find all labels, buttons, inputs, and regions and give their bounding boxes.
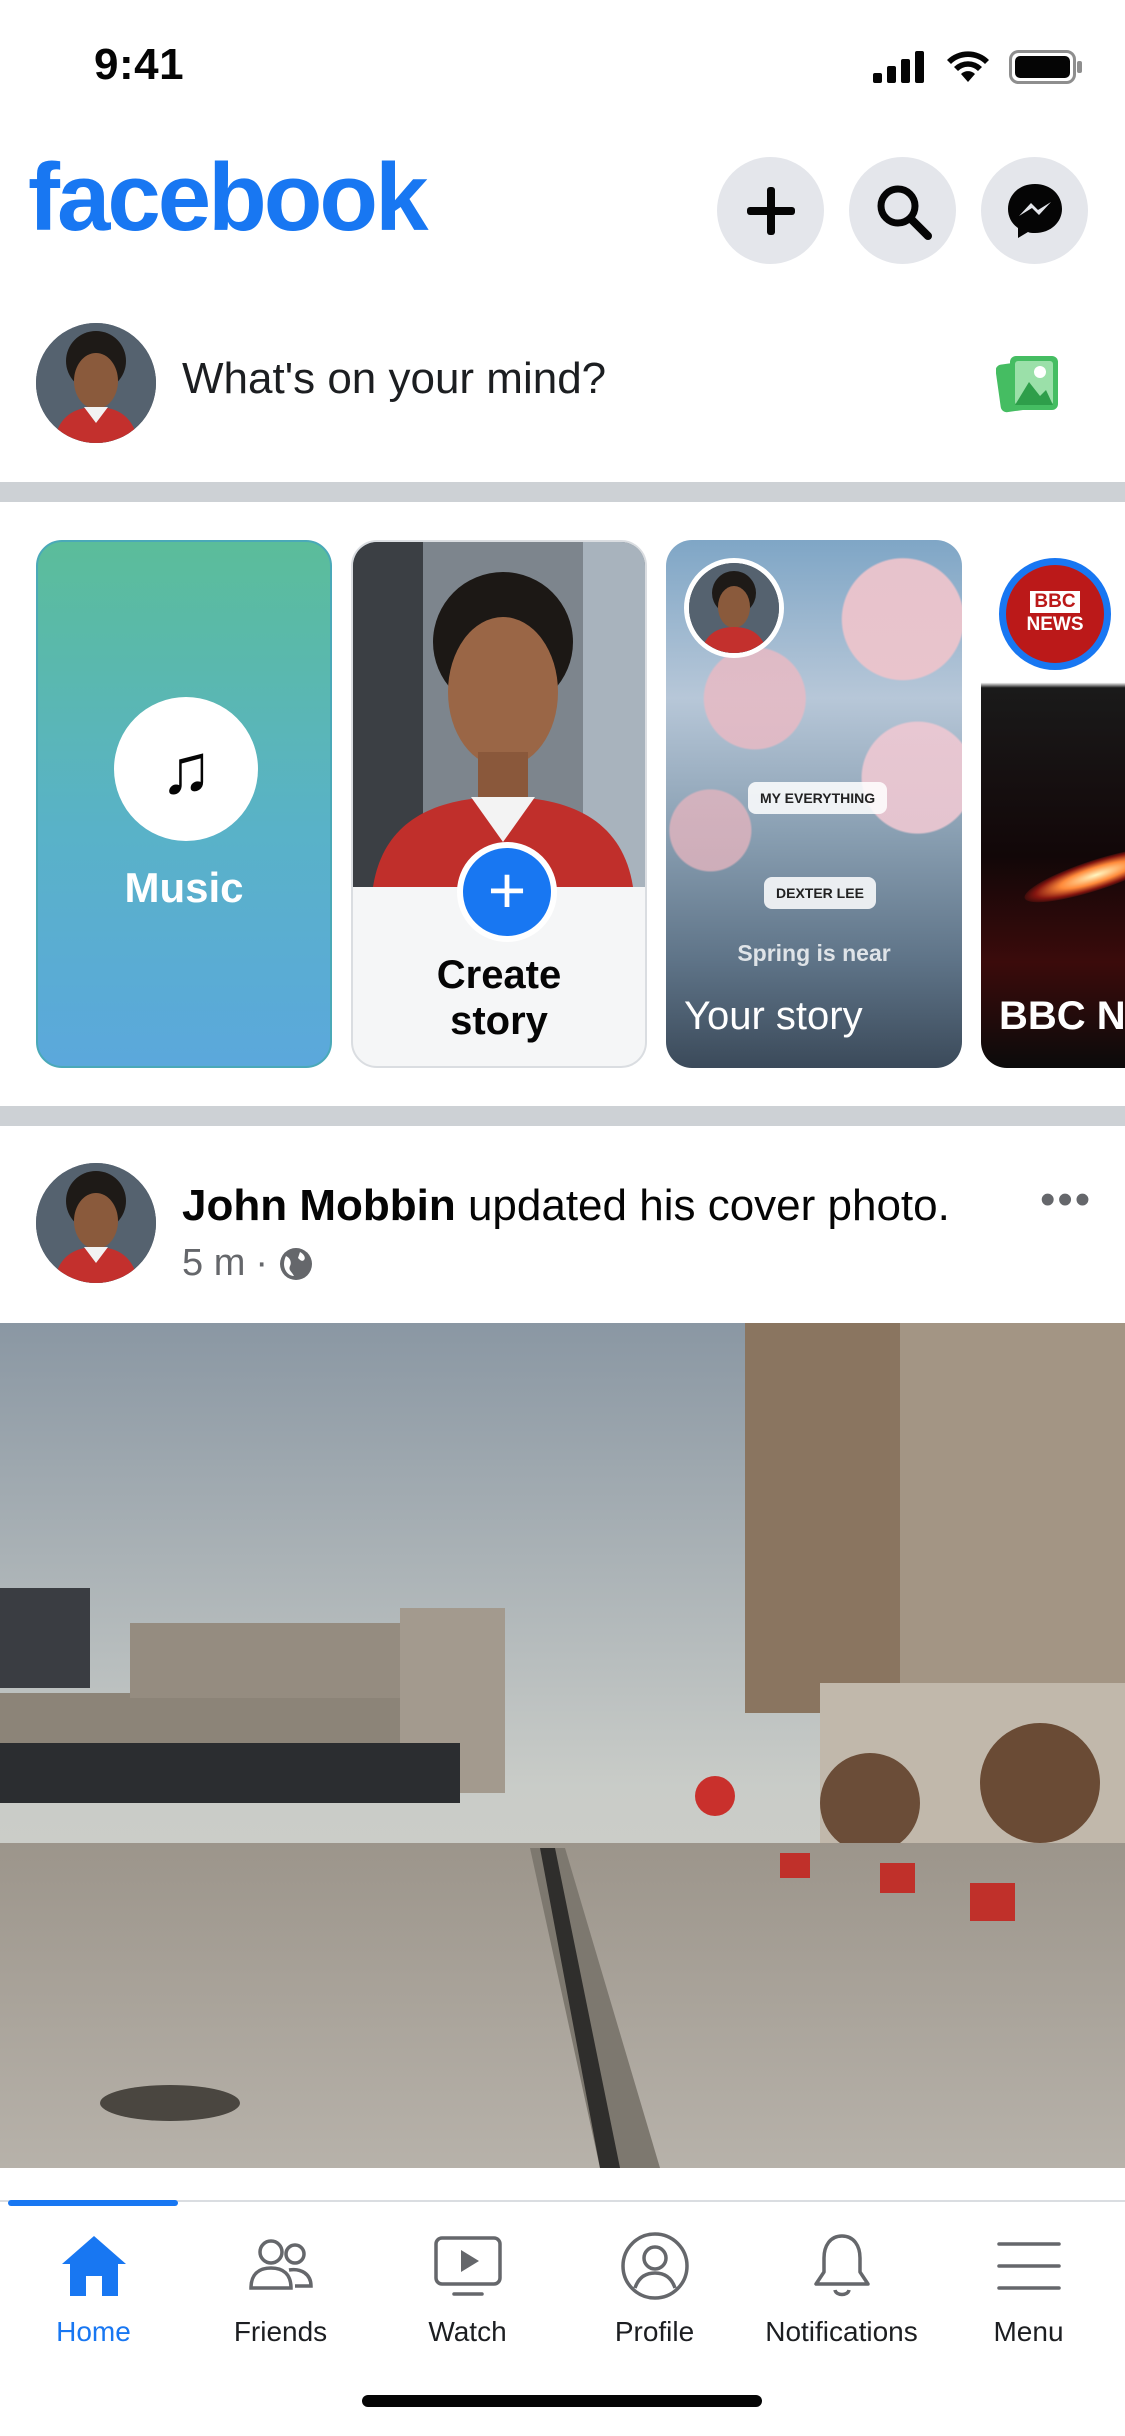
post-cover-photo[interactable] [0,1323,1125,2168]
tab-friends-label: Friends [233,2316,328,2347]
tab-menu[interactable]: Menu [935,2230,1122,2348]
globe-icon [280,1247,313,1280]
menu-icon [996,2242,1061,2290]
post-headline: John Mobbin updated his cover photo. [182,1180,950,1232]
artist-sticker: DEXTER LEE [764,877,876,909]
bbc-story-label: BBC Ne [999,994,1125,1038]
story-music-label: Music [124,864,244,911]
meta-separator: · [255,1242,269,1284]
tab-home-label: Home [56,2316,131,2347]
bbc-news-logo: BBC NEWS [999,558,1111,670]
tab-profile-label: Profile [614,2316,695,2347]
section-divider [0,1106,1125,1126]
music-note-icon: ♫ [114,697,258,841]
cover-photo-image [0,1323,1125,2168]
tab-home[interactable]: Home [0,2230,187,2348]
your-story-avatar [684,558,784,658]
tab-notifications[interactable]: Notifications [748,2230,935,2348]
tab-profile[interactable]: Profile [561,2230,748,2348]
post-more-button[interactable]: ••• [1040,1175,1092,1225]
plus-icon [746,186,795,235]
post-time[interactable]: 5 m [182,1242,245,1285]
your-story-label: Your story [684,994,863,1038]
search-icon [877,185,932,240]
post-action-text: updated his cover photo. [467,1181,950,1230]
story-create[interactable]: + Create story [351,540,647,1068]
story-your-story[interactable]: MY EVERYTHING DEXTER LEE Spring is near … [666,540,962,1068]
story-overlay-text: Spring is near [737,940,891,966]
avatar-image [36,1163,156,1283]
section-divider [0,482,1125,502]
photo-icon [995,356,1058,413]
tab-friends[interactable]: Friends [187,2230,374,2348]
friends-icon [248,2239,313,2290]
avatar-image [36,323,156,443]
active-tab-indicator [8,2200,178,2206]
create-story-plus-icon: + [457,842,557,942]
create-story-label: Create story [436,953,562,1043]
create-story-photo [353,542,645,887]
tab-menu-label: Menu [993,2316,1064,2347]
composer-avatar[interactable] [36,323,156,443]
story-music[interactable]: ♫ Music [36,540,332,1068]
post-author-name[interactable]: John Mobbin [182,1181,456,1230]
post-author-avatar[interactable] [36,1163,156,1283]
messenger-button[interactable] [981,157,1088,264]
composer-input[interactable]: What's on your mind? [182,354,606,404]
photo-button[interactable] [995,352,1060,419]
story-bbc-news[interactable]: BBC NEWS BBC Ne [981,540,1125,1068]
status-icons [873,50,1083,84]
watch-icon [433,2236,502,2296]
home-icon [61,2236,126,2296]
tab-notifications-label: Notifications [765,2316,918,2347]
facebook-logo[interactable]: facebook [28,150,428,246]
wifi-icon [947,51,989,82]
signal-icon [873,51,924,83]
messenger-icon [1007,183,1062,238]
profile-icon [620,2232,689,2300]
battery-icon [1009,50,1082,84]
bbc-story-image [1020,837,1125,913]
post-meta: 5 m · [182,1242,314,1285]
tab-watch-label: Watch [428,2316,507,2347]
bell-icon [813,2234,870,2297]
search-button[interactable] [849,157,956,264]
tab-watch[interactable]: Watch [374,2230,561,2348]
song-sticker: MY EVERYTHING [748,782,888,814]
status-time: 9:41 [94,40,185,89]
add-button[interactable] [717,157,824,264]
home-indicator [362,2395,762,2407]
